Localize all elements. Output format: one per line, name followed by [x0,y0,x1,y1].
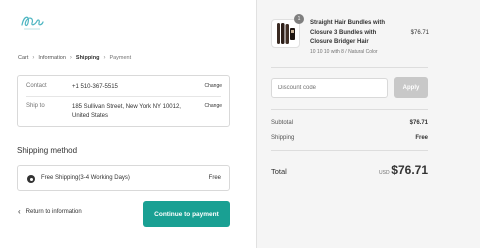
shipping-method-heading: Shipping method [17,146,78,155]
chevron-right-icon: › [103,55,106,61]
shipping-row: Shipping Free [271,135,428,141]
shipto-value: 185 Sullivan Street, New York NY 10012, … [72,104,181,119]
breadcrumb-shipping: Shipping [75,55,100,61]
shipping-summary-value: Free [415,135,428,141]
review-block: Contact +1 510-367-5515 Change Ship to 1… [17,75,230,127]
shipto-label: Ship to [26,103,45,109]
apply-discount-button[interactable]: Apply [394,77,428,98]
subtotal-row: Subtotal $76.71 [271,120,428,126]
quantity-badge: 1 [294,14,304,24]
shipping-summary-label: Shipping [271,135,295,141]
chevron-right-icon: › [32,55,35,61]
product-price: $76.71 [410,30,429,36]
total-label: Total [271,167,287,176]
shipping-option-label: Free Shipping(3-4 Working Days) [41,175,130,181]
checkout-main: Cart › Information › Shipping › Payment … [0,0,256,248]
contact-value: +1 510-367-5515 [72,84,118,90]
return-to-information-link[interactable]: ‹ Return to information [18,207,82,216]
discount-code-input[interactable] [271,78,388,98]
breadcrumb-information[interactable]: Information [38,55,66,61]
shipping-option-price: Free [208,175,221,181]
breadcrumb: Cart › Information › Shipping › Payment [18,55,131,61]
contact-label: Contact [26,83,47,89]
subtotal-value: $76.71 [409,120,428,126]
chevron-left-icon: ‹ [18,207,21,216]
continue-to-payment-button[interactable]: Continue to payment [143,201,230,227]
change-contact-link[interactable]: Change [204,83,222,89]
total-amount: $76.71 [391,163,428,177]
chevron-right-icon: › [69,55,72,61]
subtotal-label: Subtotal [271,120,294,126]
breadcrumb-payment: Payment [109,55,132,61]
review-divider [26,96,221,97]
summary-divider [271,109,428,110]
summary-divider [271,67,428,68]
store-logo[interactable] [18,11,46,33]
breadcrumb-cart[interactable]: Cart [18,55,28,61]
shipping-radio[interactable] [27,175,35,183]
product-name: Straight Hair Bundles with Closure 3 Bun… [310,20,386,45]
radio-dot-icon [29,177,33,181]
return-label: Return to information [25,209,82,215]
shipping-option[interactable]: Free Shipping(3-4 Working Days) Free [17,165,230,191]
product-variant: 10 10 10 with 8 / Natural Color [310,49,378,55]
total-currency: USD [379,170,390,176]
summary-divider [271,150,428,151]
change-address-link[interactable]: Change [204,103,222,109]
